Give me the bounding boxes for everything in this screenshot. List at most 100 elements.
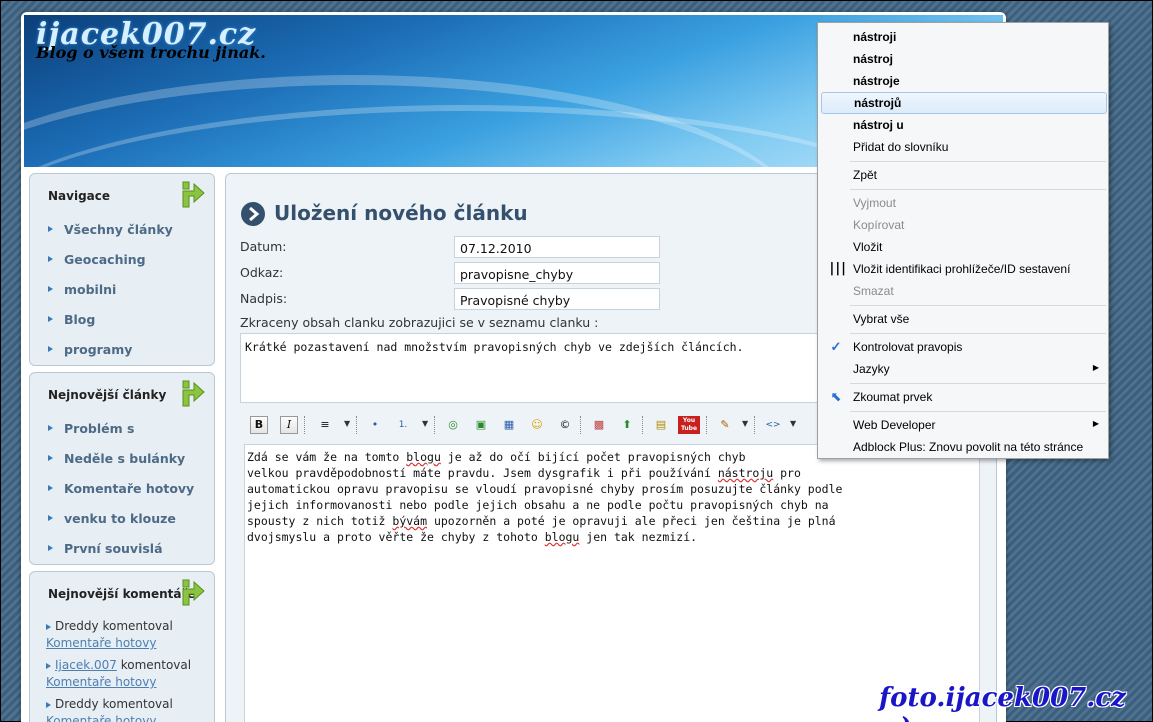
copy-item[interactable]: Kopírovat <box>821 214 1107 236</box>
comment-article-link[interactable]: Komentaře hotovy <box>46 636 156 650</box>
comment-article-link[interactable]: Komentaře hotovy <box>46 675 156 689</box>
languages-item[interactable]: Jazyky ▶ <box>821 358 1107 380</box>
suggestion-item-highlighted[interactable]: nástrojů <box>821 92 1107 114</box>
nav-item-label: Všechny články <box>64 221 173 237</box>
italic-button[interactable]: I <box>280 416 298 434</box>
comment-author-link[interactable]: Ijacek.007 <box>55 658 117 672</box>
submenu-arrow-icon: ▶ <box>1092 363 1099 372</box>
web-developer-item[interactable]: Web Developer ▶ <box>821 414 1107 436</box>
comment-article-link[interactable]: Komentaře hotovy <box>46 714 156 722</box>
edit-icon[interactable]: ✎ <box>716 416 734 434</box>
paste-user-agent-item[interactable]: ||| Vložit identifikaci prohlížeče/ID se… <box>821 258 1107 280</box>
numbered-list-icon[interactable]: 1. <box>394 416 412 434</box>
site-subtitle: Blog o všem trochu jinak. <box>36 43 266 62</box>
arrow-circle-icon <box>241 202 265 226</box>
document-icon[interactable]: ▤ <box>652 416 670 434</box>
suggestion-item[interactable]: nástroji <box>821 26 1107 48</box>
green-arrow-icon <box>182 579 205 606</box>
editor-text: jejich informovanosti nebo podle jejich … <box>247 498 829 512</box>
bullet-list-icon[interactable]: • <box>366 416 384 434</box>
editor-toolbar: B I ≡ ▼ • 1. ▼ ◎ ▣ ▦ ☺ © ▩ ⬆ ▤ You Tube … <box>244 414 844 436</box>
cut-item[interactable]: Vyjmout <box>821 192 1107 214</box>
menu-separator <box>850 411 1106 412</box>
link-field[interactable]: pravopisne_chyby <box>454 262 660 284</box>
suggestion-item[interactable]: nástroje <box>821 70 1107 92</box>
article-link[interactable]: Problém s <box>30 413 214 443</box>
align-icon[interactable]: ≡ <box>316 416 334 434</box>
select-all-item[interactable]: Vybrat vše <box>821 308 1107 330</box>
article-link[interactable]: Neděle s bulánky <box>30 443 214 473</box>
adblock-item[interactable]: Adblock Plus: Znovu povolit na této strá… <box>821 436 1107 458</box>
bold-button[interactable]: B <box>250 416 268 434</box>
context-menu: nástroji nástroj nástroje nástrojů nástr… <box>817 22 1109 459</box>
article-link[interactable]: Komentaře hotovy <box>30 473 214 503</box>
paste-item[interactable]: Vložit <box>821 236 1107 258</box>
heading-label: Nadpis: <box>240 291 288 306</box>
link-icon[interactable]: ◎ <box>444 416 462 434</box>
misspelled-word[interactable]: blogu <box>545 530 580 544</box>
menu-item-label: Kontrolovat pravopis <box>853 340 963 354</box>
editor-text: spousty z nich totiž <box>247 514 393 528</box>
comment-item: Ijacek.007 komentoval Komentaře hotovy <box>36 657 212 691</box>
nav-item-geocaching[interactable]: Geocaching <box>30 244 214 274</box>
navigation-box: Navigace Všechny články Geocaching mobil… <box>29 173 215 366</box>
navigation-title: Navigace <box>48 189 111 203</box>
nav-item-label: Geocaching <box>64 251 146 267</box>
color-grid-icon[interactable]: ▩ <box>590 416 608 434</box>
bullet-icon <box>48 485 53 491</box>
toolbar-separator <box>754 416 755 434</box>
nav-item-all-articles[interactable]: Všechny články <box>30 214 214 244</box>
table-icon[interactable]: ▦ <box>500 416 518 434</box>
nav-item-label: programy <box>64 341 133 357</box>
dropdown-arrow-icon[interactable]: ▼ <box>344 419 350 428</box>
suggestion-item[interactable]: nástroj <box>821 48 1107 70</box>
misspelled-word[interactable]: nástroju <box>718 466 773 480</box>
copyright-icon[interactable]: © <box>556 416 574 434</box>
article-link[interactable]: venku to klouze <box>30 503 214 533</box>
watermark: foto.ijacek007.cz :-) <box>879 683 1126 722</box>
misspelled-word[interactable]: blogu <box>406 450 441 464</box>
suggestion-item[interactable]: nástroj u <box>821 114 1107 136</box>
article-editor[interactable]: Zdá se vám že na tomto blogu je až do oč… <box>244 444 980 722</box>
heading-field[interactable]: Pravopisné chyby <box>454 288 660 310</box>
image-icon[interactable]: ▣ <box>472 416 490 434</box>
menu-item-label: Web Developer <box>853 418 936 432</box>
dropdown-arrow-icon[interactable]: ▼ <box>742 419 748 428</box>
undo-item[interactable]: Zpět <box>821 164 1107 186</box>
latest-articles-box: Nejnovější články Problém s Neděle s bul… <box>29 372 215 565</box>
summary-textarea[interactable]: Krátké pozastavení nad množstvím pravopi… <box>240 333 840 403</box>
submenu-arrow-icon: ▶ <box>1092 419 1099 428</box>
bullet-icon <box>46 662 51 669</box>
nav-item-mobilni[interactable]: mobilni <box>30 274 214 304</box>
upload-icon[interactable]: ⬆ <box>618 416 636 434</box>
nav-item-blog[interactable]: Blog <box>30 304 214 334</box>
bullet-icon <box>48 226 53 232</box>
date-field[interactable]: 07.12.2010 <box>454 236 660 258</box>
nav-item-programy[interactable]: programy <box>30 334 214 364</box>
menu-separator <box>850 383 1106 384</box>
delete-item[interactable]: Smazat <box>821 280 1107 302</box>
editor-text: Zdá se vám že na tomto <box>247 450 407 464</box>
editor-text: automatickou opravu pravopisu se vloudí … <box>247 482 843 496</box>
comment-author: Dreddy <box>55 697 99 711</box>
dropdown-arrow-icon[interactable]: ▼ <box>790 419 796 428</box>
article-link-label: Problém s <box>64 420 135 436</box>
comment-item: Dreddy komentoval Komentaře hotovy <box>36 618 212 652</box>
youtube-icon[interactable]: You Tube <box>678 416 700 434</box>
date-label: Datum: <box>240 239 287 254</box>
inspect-element-item[interactable]: ⬉ Zkoumat prvek <box>821 386 1107 408</box>
dropdown-arrow-icon[interactable]: ▼ <box>422 419 428 428</box>
inspect-cursor-icon: ⬉ <box>830 389 842 404</box>
checkmark-icon: ✓ <box>830 339 842 354</box>
article-link[interactable]: První souvislá <box>30 533 214 563</box>
source-code-icon[interactable]: <> <box>764 416 782 434</box>
smiley-icon[interactable]: ☺ <box>528 416 546 434</box>
barcode-icon: ||| <box>828 261 847 276</box>
add-to-dictionary-item[interactable]: Přidat do slovníku <box>821 136 1107 158</box>
toolbar-separator <box>642 416 643 434</box>
bullet-icon <box>48 256 53 262</box>
misspelled-word[interactable]: bývám <box>392 514 427 528</box>
spellcheck-item[interactable]: ✓ Kontrolovat pravopis <box>821 336 1107 358</box>
bullet-icon <box>48 455 53 461</box>
nav-item-label: mobilni <box>64 281 117 297</box>
